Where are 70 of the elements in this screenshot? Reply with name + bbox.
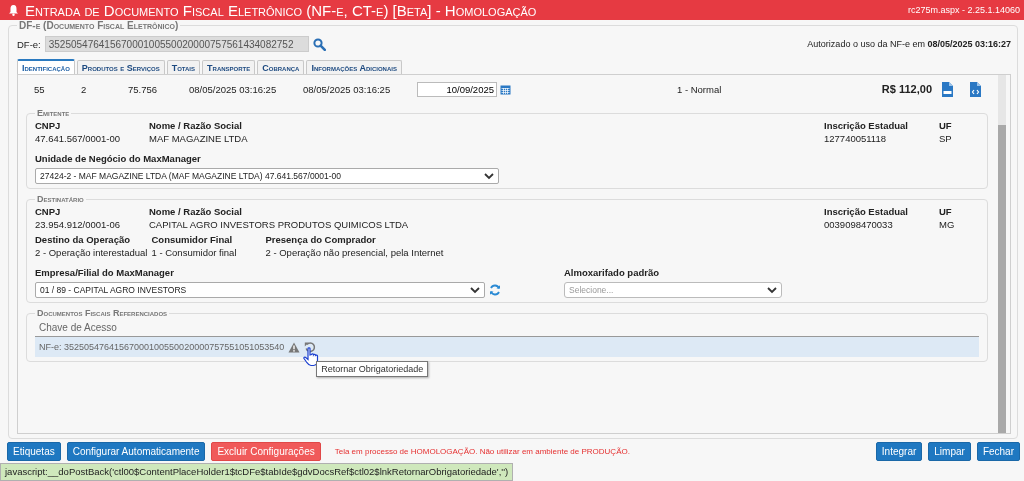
caret-icon — [767, 286, 777, 294]
field-value: SP — [939, 132, 953, 145]
undo-icon[interactable] — [304, 341, 317, 353]
section-legend: Emitente — [35, 108, 72, 118]
close-button[interactable]: Fechar — [976, 441, 1020, 461]
date-field[interactable]: 10/09/2025 — [417, 81, 497, 97]
field-value: 127740051118 — [824, 132, 887, 145]
field-value: 2 - Operação interestadual — [35, 246, 148, 259]
search-icon[interactable] — [312, 37, 326, 51]
access-key: NF-e: 35250547641567000100550020000757551051053540 — [39, 342, 285, 352]
field-label: Nome / Razão Social — [149, 120, 243, 132]
field-label: UF — [939, 206, 953, 218]
field-value: 08/05/2025 03:16:25 — [189, 83, 277, 95]
authorization-text: Autorizado o uso da NF-e em 08/05/2025 03:16:27 — [807, 39, 1011, 49]
field-value: 2 — [81, 83, 87, 95]
field-value: 1 - Consumidor final — [151, 246, 238, 259]
field-value: 55 — [34, 83, 45, 95]
field-label: Almoxarifado padrão — [564, 267, 661, 279]
field-label: Unidade de Negócio do MaxManager — [35, 153, 202, 165]
field-value: 47.641.567/0001-00 — [35, 132, 122, 145]
company-dropdown[interactable]: 01 / 89 - CAPITAL AGRO INVESTORS — [35, 282, 485, 298]
tab[interactable]: Cobrança — [257, 60, 305, 74]
field-label: Empresa/Filial do MaxManager — [35, 267, 175, 279]
document-icon[interactable] — [941, 81, 953, 97]
field-value: 0039098470033 — [824, 218, 894, 231]
field-label: CNPJ — [35, 206, 62, 218]
field-value: 08/05/2025 03:16:25 — [303, 83, 391, 95]
field-value: CAPITAL AGRO INVESTORS PRODUTOS QUIMICOS LTDA — [149, 218, 410, 231]
field-value: 2 - Operação não presencial, pela Internet — [265, 246, 445, 259]
tab[interactable]: Identificação — [17, 59, 75, 74]
total-amount: R$ 112,00 — [881, 83, 932, 95]
dfe-key-field[interactable]: 35250547641567000100550020000757561434082752 — [44, 36, 309, 52]
section-legend: Documentos Fiscais Referenciados — [35, 308, 170, 318]
environment-warning: Tela em processo de HOMOLOGAÇÃO. Não utilizar em ambiente de PRODUÇÃO. — [334, 446, 630, 456]
field-value: MAF MAGAZINE LTDA — [149, 132, 249, 145]
field-label: Nome / Razão Social — [149, 206, 243, 218]
tab[interactable]: Totais — [166, 60, 201, 74]
integrate-button[interactable]: Integrar — [875, 441, 923, 461]
tab[interactable]: Produtos e Serviços — [76, 60, 165, 74]
field-label: CNPJ — [35, 120, 62, 132]
field-label: UF — [939, 120, 953, 132]
warning-icon — [288, 341, 301, 353]
field-label: Inscrição Estadual — [824, 120, 909, 132]
field-label: Presença do Comprador — [265, 234, 377, 246]
calendar-icon[interactable] — [500, 83, 511, 95]
status-bar: javascript:__doPostBack('ctl00$ContentPlaceHolder1$tcDFe$tabIde$gdvDocsRef$ctl02$lnkRetornarObrigatoriedade','') — [0, 463, 514, 481]
section-legend: Destinatário — [35, 194, 86, 204]
window-title: Entrada de Documento Fiscal Eletrônico (NF-e, CT-e) [Beta] - Homologação — [25, 1, 537, 19]
bell-icon — [8, 4, 19, 16]
caret-icon — [484, 172, 494, 180]
auto-configure-button[interactable]: Configurar Automaticamente — [66, 441, 206, 461]
caret-icon — [470, 286, 480, 294]
tab[interactable]: Transporte — [202, 60, 256, 74]
field-value: 75.756 — [128, 83, 158, 95]
field-label: Destino da Operação — [35, 234, 132, 246]
clear-button[interactable]: Limpar — [928, 441, 971, 461]
field-value: 23.954.912/0001-06 — [35, 218, 122, 231]
page-info: rc275m.aspx - 2.25.1.14060 — [907, 5, 1020, 15]
business-unit-dropdown[interactable]: 27424-2 - MAF MAGAZINE LTDA (MAF MAGAZINE LTDA) 47.641.567/0001-00 — [35, 168, 499, 184]
section-legend: DF-e (Documento Fiscal Eletrônico) — [17, 20, 181, 31]
refresh-icon[interactable] — [489, 284, 501, 296]
code-file-icon[interactable] — [969, 81, 981, 97]
field-value: MG — [939, 218, 956, 231]
field-label: DF-e: — [17, 38, 41, 50]
field-label: Inscrição Estadual — [824, 206, 909, 218]
tab[interactable]: Informações Adicionais — [306, 60, 402, 74]
labels-button[interactable]: Etiquetas — [7, 441, 61, 461]
field-label: Consumidor Final — [151, 234, 234, 246]
tooltip: Retornar Obrigatoriedade — [316, 361, 429, 377]
field-value: 1 - Normal — [677, 83, 722, 95]
